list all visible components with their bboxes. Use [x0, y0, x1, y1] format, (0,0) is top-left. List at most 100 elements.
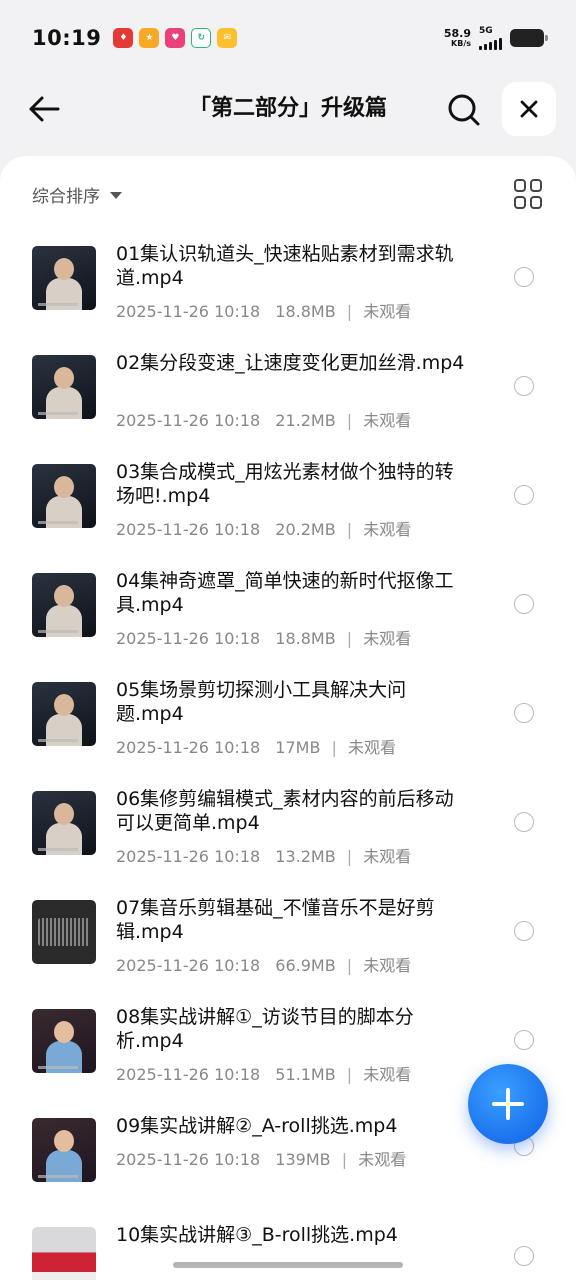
select-radio[interactable] [514, 921, 534, 941]
clock: 10:19 [32, 26, 102, 50]
file-meta: 2025-11-26 10:18 18.8MB | 未观看 [116, 298, 411, 322]
header: 「第二部分」升级篇 [0, 76, 576, 142]
divider: | [346, 411, 353, 430]
home-indicator[interactable] [173, 1262, 403, 1268]
plus-icon [492, 1088, 524, 1120]
divider: | [346, 520, 353, 539]
back-button[interactable] [24, 89, 64, 129]
file-date: 2025-11-26 10:18 [116, 847, 261, 866]
file-meta: 2025-11-26 10:18 13.2MB | 未观看 [116, 843, 411, 867]
list-item[interactable]: 05集场景剪切探测小工具解决大问题.mp4 2025-11-26 10:18 1… [0, 670, 576, 779]
video-thumbnail [32, 1227, 96, 1280]
select-radio[interactable] [514, 1030, 534, 1050]
list-item[interactable]: 10集实战讲解③_B-roll挑选.mp4 [0, 1215, 576, 1280]
list-item[interactable]: 01集认识轨道头_快速粘贴素材到需求轨道.mp4 2025-11-26 10:1… [0, 234, 576, 343]
file-meta: 2025-11-26 10:18 51.1MB | 未观看 [116, 1061, 411, 1085]
notification-icons: ♦ ★ ♥ ↻ ✉ [113, 28, 238, 48]
network-indicator: 5G [479, 25, 502, 50]
file-size: 51.1MB [275, 1065, 336, 1084]
file-size: 20.2MB [275, 520, 336, 539]
video-thumbnail [32, 1009, 96, 1073]
file-meta: 2025-11-26 10:18 20.2MB | 未观看 [116, 516, 411, 540]
file-date: 2025-11-26 10:18 [116, 520, 261, 539]
select-radio[interactable] [514, 485, 534, 505]
file-meta: 2025-11-26 10:18 66.9MB | 未观看 [116, 952, 411, 976]
list-item[interactable]: 04集神奇遮罩_简单快速的新时代抠像工具.mp4 2025-11-26 10:1… [0, 561, 576, 670]
battery-icon [510, 29, 548, 47]
add-button[interactable] [468, 1064, 548, 1144]
file-name: 08集实战讲解①_访谈节目的脚本分析.mp4 [116, 1006, 414, 1052]
file-name: 01集认识轨道头_快速粘贴素材到需求轨道.mp4 [116, 243, 454, 289]
file-name: 10集实战讲解③_B-roll挑选.mp4 [116, 1224, 398, 1246]
video-thumbnail [32, 900, 96, 964]
app-notification-icon: ♦ [113, 28, 134, 48]
watch-status: 未观看 [363, 520, 412, 539]
caret-down-icon[interactable] [110, 191, 122, 199]
file-meta: 2025-11-26 10:18 18.8MB | 未观看 [116, 625, 411, 649]
list-item[interactable]: 02集分段变速_让速度变化更加丝滑.mp4 2025-11-26 10:18 2… [0, 343, 576, 452]
file-name: 07集音乐剪辑基础_不懂音乐不是好剪辑.mp4 [116, 897, 435, 943]
watch-status: 未观看 [363, 1065, 412, 1084]
divider: | [346, 956, 353, 975]
page-title: 「第二部分」升级篇 [188, 96, 387, 121]
file-name: 04集神奇遮罩_简单快速的新时代抠像工具.mp4 [116, 570, 454, 616]
file-size: 13.2MB [275, 847, 336, 866]
watch-status: 未观看 [363, 302, 412, 321]
select-radio[interactable] [514, 267, 534, 287]
select-radio[interactable] [514, 703, 534, 723]
file-date: 2025-11-26 10:18 [116, 411, 261, 430]
network-type: 5G [479, 25, 493, 36]
search-icon [448, 94, 480, 126]
signal-icon [479, 37, 502, 50]
divider: | [346, 1065, 353, 1084]
select-radio[interactable] [514, 376, 534, 396]
file-date: 2025-11-26 10:18 [116, 629, 261, 648]
arrow-left-icon [29, 96, 60, 122]
list-item[interactable]: 06集修剪编辑模式_素材内容的前后移动可以更简单.mp4 2025-11-26 … [0, 779, 576, 888]
net-speed-unit: KB/s [451, 39, 471, 48]
video-thumbnail [32, 573, 96, 637]
file-date: 2025-11-26 10:18 [116, 956, 261, 975]
select-radio[interactable] [514, 594, 534, 614]
watch-status: 未观看 [363, 956, 412, 975]
file-date: 2025-11-26 10:18 [116, 1150, 261, 1169]
file-name: 06集修剪编辑模式_素材内容的前后移动可以更简单.mp4 [116, 788, 454, 834]
watch-status: 未观看 [348, 738, 397, 757]
file-date: 2025-11-26 10:18 [116, 1065, 261, 1084]
video-thumbnail [32, 355, 96, 419]
watch-status: 未观看 [363, 411, 412, 430]
file-size: 17MB [275, 738, 321, 757]
net-speed: 58.9 KB/s [444, 28, 471, 48]
video-thumbnail [32, 682, 96, 746]
select-radio[interactable] [514, 812, 534, 832]
file-meta: 2025-11-26 10:18 17MB | 未观看 [116, 734, 396, 758]
video-thumbnail [32, 1118, 96, 1182]
divider: | [341, 1150, 348, 1169]
watch-status: 未观看 [363, 847, 412, 866]
video-thumbnail [32, 246, 96, 310]
sort-dropdown[interactable]: 综合排序 [32, 182, 100, 207]
mail-icon: ✉ [217, 28, 238, 48]
file-size: 18.8MB [275, 302, 336, 321]
sort-bar: 综合排序 [32, 176, 544, 212]
video-thumbnail [32, 464, 96, 528]
divider: | [346, 302, 353, 321]
video-thumbnail [32, 791, 96, 855]
select-radio[interactable] [514, 1246, 534, 1266]
list-item[interactable]: 03集合成模式_用炫光素材做个独特的转场吧!.mp4 2025-11-26 10… [0, 452, 576, 561]
divider: | [346, 629, 353, 648]
close-icon [520, 100, 538, 118]
close-button[interactable] [502, 82, 556, 136]
grid-view-button[interactable] [514, 179, 544, 209]
watch-status: 未观看 [358, 1150, 407, 1169]
file-name: 05集场景剪切探测小工具解决大问题.mp4 [116, 679, 407, 725]
file-size: 139MB [275, 1150, 331, 1169]
net-speed-value: 58.9 [443, 27, 471, 40]
search-button[interactable] [442, 88, 486, 132]
file-size: 21.2MB [275, 411, 336, 430]
file-meta: 2025-11-26 10:18 21.2MB | 未观看 [116, 407, 411, 431]
list-item[interactable]: 07集音乐剪辑基础_不懂音乐不是好剪辑.mp4 2025-11-26 10:18… [0, 888, 576, 997]
app-notification-icon: ♥ [165, 28, 186, 48]
file-meta: 2025-11-26 10:18 139MB | 未观看 [116, 1146, 406, 1170]
status-bar: 10:19 ♦ ★ ♥ ↻ ✉ 58.9 KB/s 5G [0, 0, 576, 76]
